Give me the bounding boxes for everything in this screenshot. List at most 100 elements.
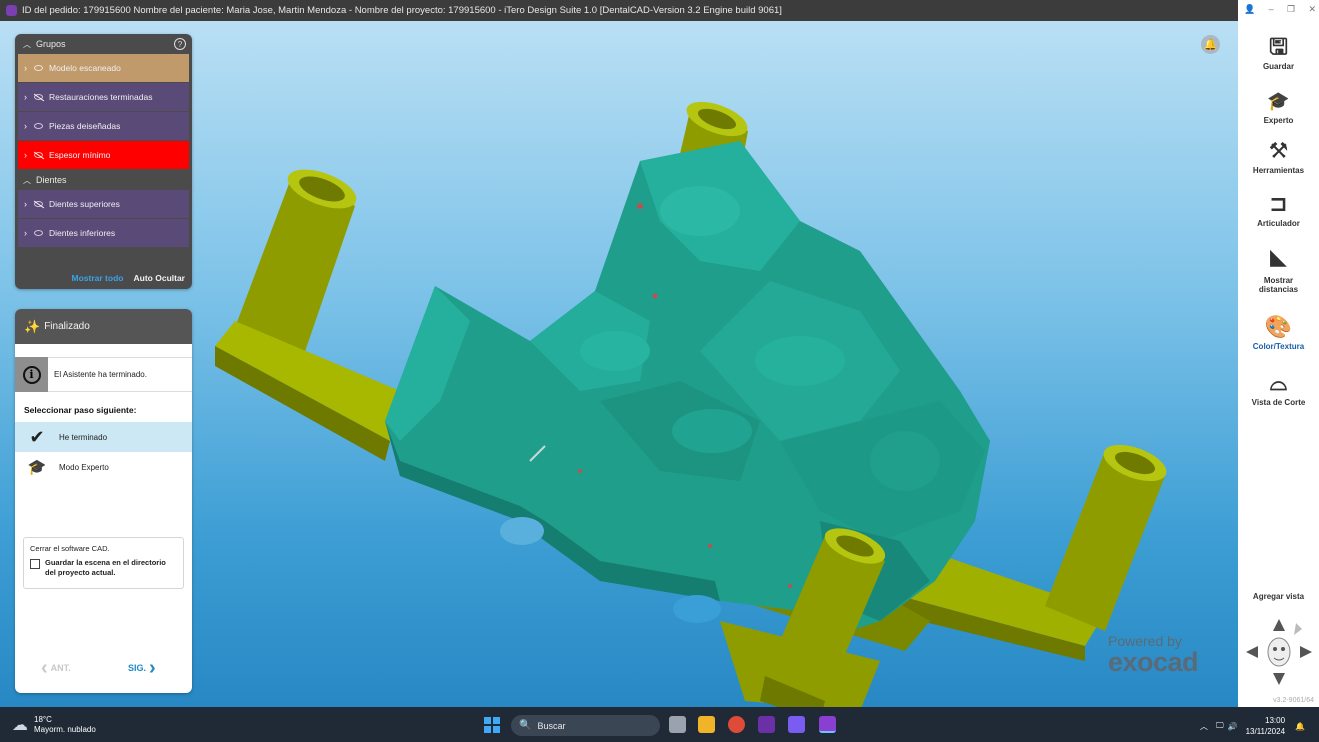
- chevron-up-icon: ︿: [23, 39, 31, 49]
- group-item-restauraciones[interactable]: › Restauraciones terminadas: [18, 83, 189, 112]
- groups-section-label: Grupos: [36, 39, 66, 49]
- system-tray: ︿ 🖵 🔊 13:00 13/11/2024 🔔: [1200, 715, 1305, 737]
- teeth-section-header[interactable]: ︿ Dientes: [15, 170, 192, 190]
- tool-articulador[interactable]: ⊐ Articulador: [1238, 189, 1319, 228]
- group-item-espesor[interactable]: › Espesor mínimo: [18, 141, 189, 170]
- prev-label: ANT.: [50, 663, 71, 673]
- exocad-active-app-icon[interactable]: [819, 716, 836, 733]
- wizard-panel: ✨ Finalizado i El Asistente ha terminado…: [15, 309, 192, 693]
- add-view-label[interactable]: Agregar vista: [1238, 592, 1319, 601]
- auto-hide-link[interactable]: Auto Ocultar: [134, 273, 185, 283]
- right-toolbar: 👤 – ❐ ✕ 🖫 Guardar 🎓 Experto ⚒ Herramient…: [1238, 0, 1319, 707]
- teeth-section-label: Dientes: [36, 175, 67, 185]
- pillar-right: [1045, 444, 1167, 631]
- tool-label: Vista de Corte: [1251, 398, 1306, 407]
- eye-hidden-icon[interactable]: [34, 201, 43, 207]
- save-scene-row[interactable]: Guardar la escena en el directorio del p…: [30, 558, 177, 578]
- exocad-app-icon[interactable]: [758, 716, 775, 733]
- group-item-label: Espesor mínimo: [49, 150, 111, 160]
- tools-icon: ⚒: [1268, 138, 1289, 163]
- articulator-icon: ⊐: [1269, 191, 1288, 216]
- volume-icon[interactable]: 🔊: [1228, 722, 1238, 731]
- option-modo-experto[interactable]: 🎓 Modo Experto: [15, 452, 192, 482]
- minimize-icon[interactable]: –: [1269, 4, 1274, 15]
- eye-icon[interactable]: [34, 123, 43, 129]
- tool-label: Articulador: [1257, 219, 1300, 228]
- checkmark-icon: ✔: [29, 426, 45, 447]
- window-controls: 👤 – ❐ ✕: [1244, 4, 1316, 15]
- view-cube-icon[interactable]: [1244, 617, 1314, 687]
- chevron-right-icon[interactable]: ›: [24, 121, 27, 131]
- prev-button[interactable]: ‹ ANT.: [38, 657, 71, 679]
- network-icon[interactable]: 🖵: [1216, 721, 1224, 731]
- teeth-item-superiores[interactable]: › Dientes superiores: [18, 190, 189, 219]
- tool-label: Color/Textura: [1252, 342, 1305, 351]
- exocad-logo-text: exocad: [1108, 647, 1199, 677]
- tool-experto[interactable]: 🎓 Experto: [1238, 86, 1319, 125]
- window-title: ID del pedido: 179915600 Nombre del paci…: [22, 5, 782, 16]
- chevron-left-icon: ‹: [41, 657, 48, 679]
- group-item-modelo-escaneado[interactable]: › Modelo escaneado: [18, 54, 189, 83]
- notification-bell-icon[interactable]: 🔔: [1201, 35, 1220, 54]
- chrome-icon[interactable]: [728, 716, 745, 733]
- file-explorer-icon[interactable]: [698, 716, 715, 733]
- close-icon[interactable]: ✕: [1308, 4, 1316, 15]
- taskbar-search[interactable]: 🔍 Buscar: [511, 715, 660, 736]
- help-icon[interactable]: ?: [174, 38, 186, 50]
- info-icon: i: [22, 365, 41, 384]
- teeth-item-label: Dientes superiores: [49, 199, 120, 209]
- eye-hidden-icon[interactable]: [34, 94, 43, 100]
- chevron-right-icon[interactable]: ›: [24, 228, 27, 238]
- tool-color-textura[interactable]: 🎨 Color/Textura: [1238, 312, 1319, 351]
- app-icon: [6, 5, 17, 16]
- next-button[interactable]: SIG. ›: [128, 658, 159, 678]
- groups-section-header[interactable]: ︿ Grupos: [15, 34, 192, 54]
- version-text: v3.2-9061/64: [1273, 697, 1314, 704]
- chevron-right-icon[interactable]: ›: [24, 92, 27, 102]
- group-item-piezas[interactable]: › Piezas deiseñadas: [18, 112, 189, 141]
- weather-temp: 18°C: [34, 715, 52, 724]
- chevron-right-icon[interactable]: ›: [24, 150, 27, 160]
- title-bar: ID del pedido: 179915600 Nombre del paci…: [0, 0, 1238, 21]
- eye-icon[interactable]: [34, 65, 43, 71]
- tool-label: Experto: [1263, 116, 1294, 125]
- save-scene-checkbox[interactable]: [30, 559, 40, 569]
- show-all-link[interactable]: Mostrar todo: [72, 273, 124, 283]
- tool-guardar[interactable]: 🖫 Guardar: [1238, 32, 1319, 71]
- groups-panel: ︿ Grupos ? › Modelo escaneado › Restaura…: [15, 34, 192, 289]
- task-view-icon[interactable]: [669, 716, 686, 733]
- tool-herramientas[interactable]: ⚒ Herramientas: [1238, 136, 1319, 175]
- weather-desc: Mayorm. nublado: [34, 725, 96, 734]
- close-cad-box: Cerrar el software CAD. Guardar la escen…: [23, 537, 184, 589]
- chevron-right-icon[interactable]: ›: [24, 63, 27, 73]
- weather-widget[interactable]: ☁ 18°C Mayorm. nublado: [12, 715, 96, 735]
- start-button[interactable]: [484, 717, 500, 733]
- close-cad-text: Cerrar el software CAD.: [30, 544, 110, 553]
- graduation-cap-icon: 🎓: [1267, 91, 1290, 111]
- app-r-icon[interactable]: [788, 716, 805, 733]
- notification-icon[interactable]: 🔔: [1295, 722, 1305, 731]
- group-item-label: Restauraciones terminadas: [49, 92, 153, 102]
- clock[interactable]: 13:00 13/11/2024: [1246, 715, 1285, 737]
- option-he-terminado[interactable]: ✔ He terminado: [15, 422, 192, 452]
- group-item-label: Modelo escaneado: [49, 63, 121, 73]
- tool-label: Guardar: [1262, 62, 1295, 71]
- eye-hidden-icon[interactable]: [34, 152, 43, 158]
- chevron-up-icon[interactable]: ︿: [1200, 721, 1208, 732]
- eye-icon[interactable]: [34, 230, 43, 236]
- chevron-right-icon[interactable]: ›: [24, 199, 27, 209]
- search-icon: 🔍: [519, 720, 532, 731]
- tool-mostrar-distancias[interactable]: ◣ Mostrar distancias: [1238, 242, 1319, 294]
- groups-footer: Mostrar todo Auto Ocultar: [72, 273, 185, 283]
- maximize-icon[interactable]: ❐: [1287, 4, 1295, 15]
- user-icon[interactable]: 👤: [1244, 4, 1255, 15]
- teeth-item-inferiores[interactable]: › Dientes inferiores: [18, 219, 189, 248]
- group-item-label: Piezas deiseñadas: [49, 121, 121, 131]
- distance-icon: ◣: [1270, 244, 1287, 269]
- next-step-label: Seleccionar paso siguiente:: [24, 405, 137, 415]
- tool-vista-de-corte[interactable]: ⌓ Vista de Corte: [1238, 368, 1319, 407]
- wizard-info-text: El Asistente ha terminado.: [54, 370, 147, 379]
- search-placeholder: Buscar: [537, 720, 566, 731]
- exocad-branding: Powered by exocad: [1108, 633, 1199, 677]
- taskbar: ☁ 18°C Mayorm. nublado 🔍 Buscar ︿ 🖵 🔊 13…: [0, 707, 1319, 742]
